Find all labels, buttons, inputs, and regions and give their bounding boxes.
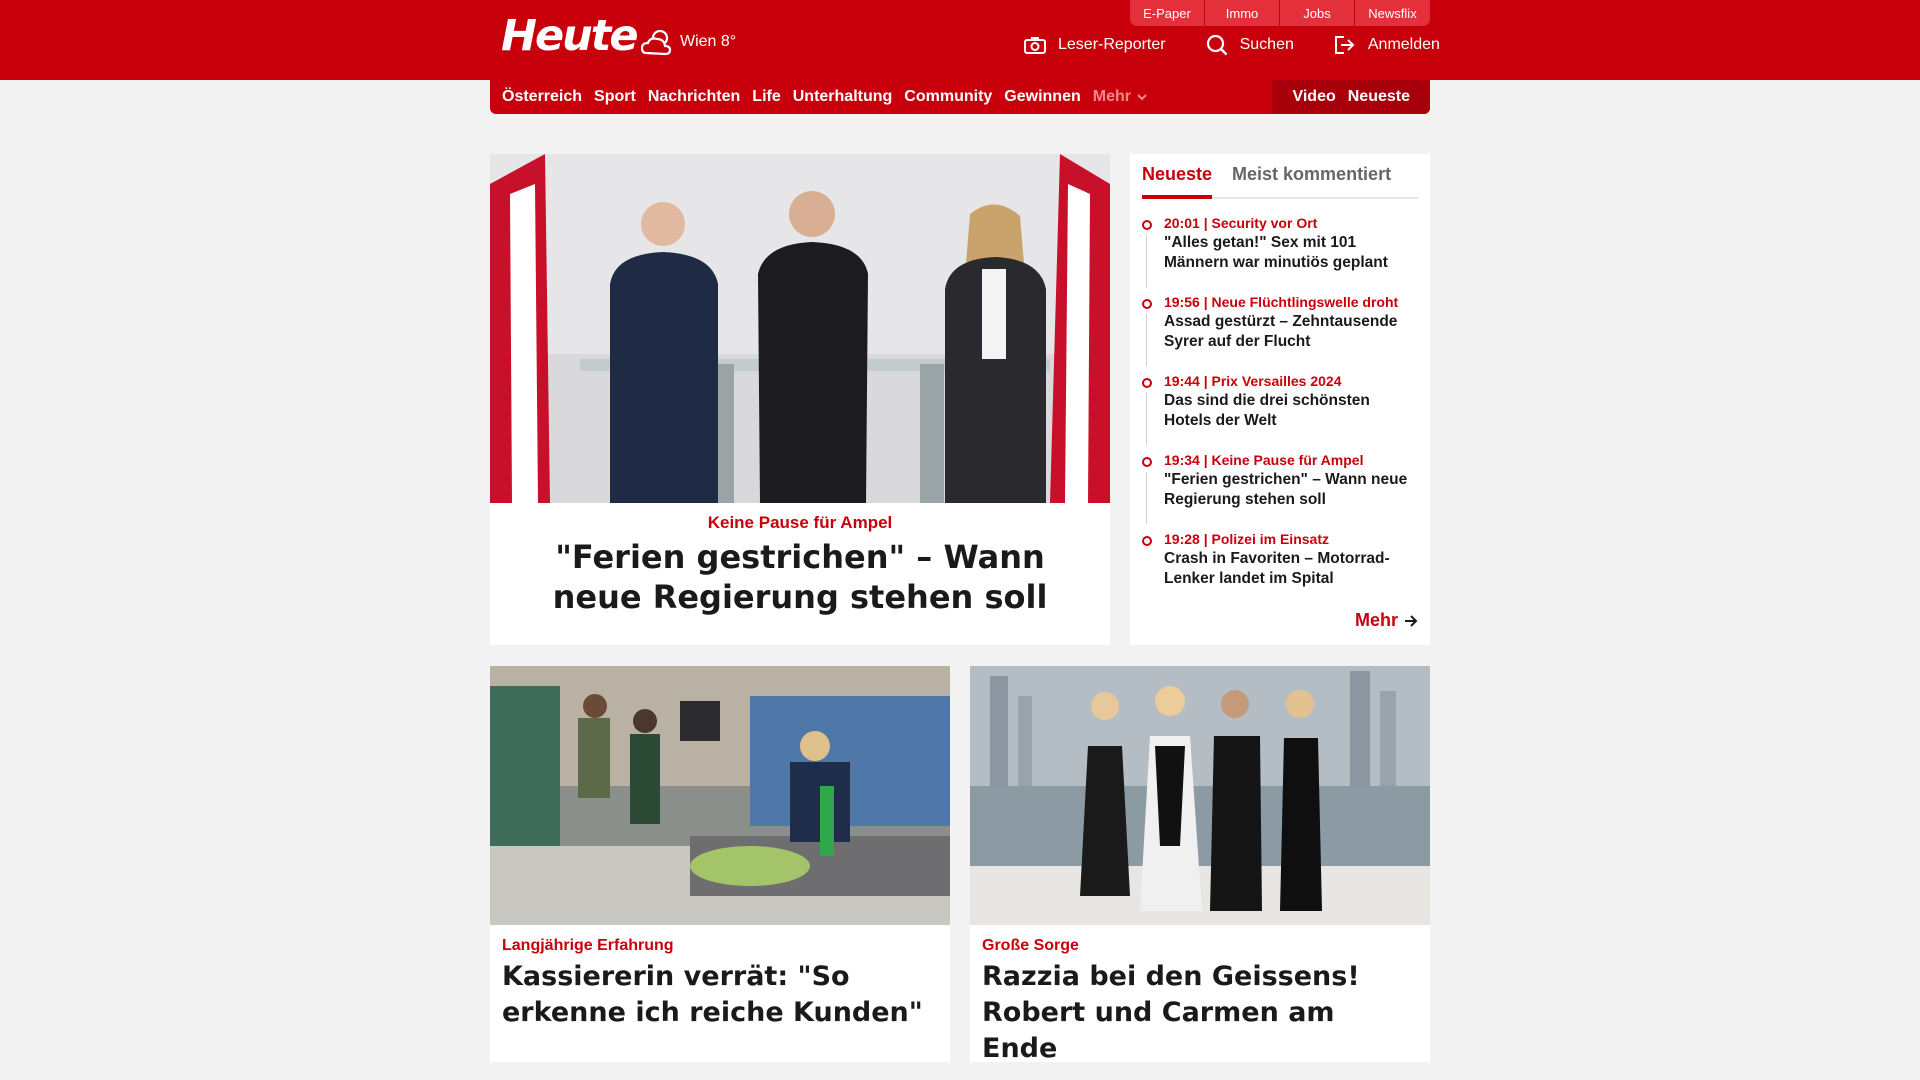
timeline-line (1146, 235, 1147, 287)
nav-more-dropdown[interactable]: Mehr (1093, 88, 1149, 106)
timeline-dot (1142, 299, 1152, 309)
nav-item-life[interactable]: Life (752, 88, 780, 106)
article-card[interactable]: Langjährige Erfahrung Kassiererin verrät… (490, 666, 950, 1062)
quick-link-newsflix[interactable]: Newsflix (1355, 0, 1430, 26)
camera-icon (1024, 37, 1046, 54)
card-image-supermarket (490, 666, 950, 925)
chevron-down-icon (1137, 94, 1147, 101)
card-kicker: Langjährige Erfahrung (502, 937, 674, 954)
card-headline[interactable]: Kassiererin verrät: "So erkenne ich reic… (502, 959, 938, 1031)
quick-link-immo[interactable]: Immo (1205, 0, 1280, 26)
nav-item-oesterreich[interactable]: Österreich (502, 88, 582, 106)
nav-item-sport[interactable]: Sport (594, 88, 636, 106)
login-button[interactable]: Anmelden (1334, 35, 1440, 55)
nav-more-label: Mehr (1092, 88, 1131, 105)
main-nav: Österreich Sport Nachrichten Life Unterh… (490, 80, 1430, 114)
card-kicker: Große Sorge (982, 937, 1079, 954)
ticker-item[interactable]: 19:34 | Keine Pause für Ampel "Ferien ge… (1142, 450, 1418, 529)
leser-reporter-label: Leser-Reporter (1058, 36, 1166, 53)
top-bar (0, 0, 1920, 80)
ticker-more-label: Mehr (1354, 610, 1398, 630)
ticker-meta: 19:28 | Polizei im Einsatz (1164, 531, 1329, 547)
nav-item-unterhaltung[interactable]: Unterhaltung (793, 88, 893, 106)
search-icon (1206, 34, 1227, 56)
timeline-dot (1142, 536, 1152, 546)
nav-item-nachrichten[interactable]: Nachrichten (648, 88, 740, 106)
ticker-item[interactable]: 19:56 | Neue Flüchtlingswelle droht Assa… (1142, 292, 1418, 371)
ticker-more-link[interactable]: Mehr (1355, 610, 1418, 631)
tab-meist-kommentiert[interactable]: Meist kommentiert (1232, 154, 1391, 197)
quick-links: E-Paper Immo Jobs Newsflix (1130, 0, 1430, 26)
ticker-meta: 19:56 | Neue Flüchtlingswelle droht (1164, 294, 1399, 310)
hero-article[interactable]: Keine Pause für Ampel "Ferien gestrichen… (490, 154, 1110, 645)
ticker-title[interactable]: Crash in Favoriten – Motorrad-Lenker lan… (1164, 549, 1418, 589)
ticker-title[interactable]: "Alles getan!" Sex mit 101 Männern war m… (1164, 233, 1418, 273)
hero-image (490, 154, 1110, 503)
header-actions: Leser-Reporter Suchen Anmelden (1024, 34, 1440, 56)
timeline-line (1146, 393, 1147, 445)
card-headline[interactable]: Razzia bei den Geissens! Robert und Carm… (982, 959, 1418, 1067)
card-image-geissens (970, 666, 1430, 925)
ticker-title[interactable]: Das sind die drei schönsten Hotels der W… (1164, 391, 1418, 431)
news-ticker-panel: Neueste Meist kommentiert 20:01 | Securi… (1130, 154, 1430, 645)
timeline-dot (1142, 378, 1152, 388)
quick-link-jobs[interactable]: Jobs (1280, 0, 1355, 26)
cloud-sun-icon (640, 29, 672, 56)
login-icon (1334, 36, 1355, 54)
nav-item-community[interactable]: Community (904, 88, 992, 106)
ticker-meta: 20:01 | Security vor Ort (1164, 215, 1318, 231)
nav-item-gewinnen[interactable]: Gewinnen (1004, 88, 1080, 106)
quick-link-epaper[interactable]: E-Paper (1130, 0, 1205, 26)
search-button[interactable]: Suchen (1206, 34, 1294, 56)
hero-headline[interactable]: "Ferien gestrichen" – Wann neue Regierun… (520, 537, 1080, 617)
ticker-item[interactable]: 19:28 | Polizei im Einsatz Crash in Favo… (1142, 529, 1418, 608)
ticker-title[interactable]: "Ferien gestrichen" – Wann neue Regierun… (1164, 470, 1418, 510)
ticker-title[interactable]: Assad gestürzt – Zehntausende Syrer auf … (1164, 312, 1418, 352)
search-label: Suchen (1239, 36, 1294, 53)
ticker-tabs: Neueste Meist kommentiert (1142, 154, 1418, 199)
arrow-right-icon (1405, 614, 1418, 627)
article-card[interactable]: Große Sorge Razzia bei den Geissens! Rob… (970, 666, 1430, 1064)
timeline-dot (1142, 220, 1152, 230)
timeline-line (1146, 472, 1147, 524)
timeline-line (1146, 314, 1147, 366)
ticker-list: 20:01 | Security vor Ort "Alles getan!" … (1142, 213, 1418, 608)
ticker-meta: 19:34 | Keine Pause für Ampel (1164, 452, 1364, 468)
nav-video[interactable]: Video (1292, 88, 1335, 106)
weather-label: Wien 8° (680, 33, 737, 50)
timeline-dot (1142, 457, 1152, 467)
login-label: Anmelden (1367, 36, 1440, 53)
heute-logo[interactable]: Heute (501, 11, 638, 61)
tab-neueste[interactable]: Neueste (1142, 154, 1213, 199)
ticker-meta: 19:44 | Prix Versailles 2024 (1164, 373, 1342, 389)
nav-right-group: Video Neueste (1272, 80, 1430, 114)
nav-neueste[interactable]: Neueste (1348, 88, 1410, 106)
hero-kicker: Keine Pause für Ampel (707, 513, 893, 532)
ticker-item[interactable]: 19:44 | Prix Versailles 2024 Das sind di… (1142, 371, 1418, 450)
weather-widget[interactable]: Wien 8° (640, 27, 736, 57)
leser-reporter-button[interactable]: Leser-Reporter (1024, 36, 1166, 54)
ticker-item[interactable]: 20:01 | Security vor Ort "Alles getan!" … (1142, 213, 1418, 292)
